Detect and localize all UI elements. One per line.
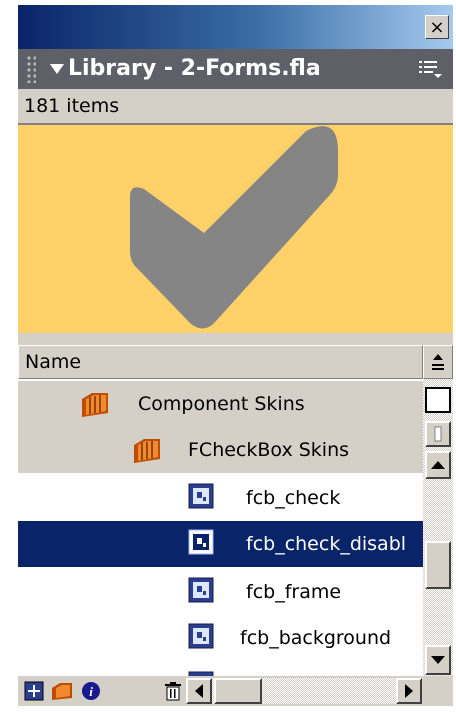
- close-button[interactable]: ×: [425, 15, 449, 39]
- window-titlebar[interactable]: ×: [18, 5, 453, 49]
- wide-view-button[interactable]: [425, 387, 451, 413]
- list-item-label: Component Skins: [138, 393, 305, 415]
- list-item-label: FCheckBox Skins: [188, 439, 350, 461]
- list-item-partial[interactable]: [18, 663, 423, 676]
- new-folder-icon[interactable]: [50, 680, 74, 706]
- movie-clip-icon: [188, 529, 214, 560]
- vertical-scrollbar[interactable]: [423, 379, 453, 676]
- checkmark-preview-graphic: [130, 126, 338, 329]
- list-item-label: fcb_frame: [246, 581, 342, 603]
- arrow-right-icon: [405, 684, 413, 698]
- collapse-triangle-icon[interactable]: [50, 64, 64, 74]
- new-symbol-icon[interactable]: [24, 681, 44, 705]
- options-menu-icon[interactable]: [417, 57, 443, 81]
- vertical-scroll-thumb[interactable]: [425, 541, 451, 589]
- movie-clip-icon: [188, 623, 214, 654]
- scroll-left-button[interactable]: [186, 678, 212, 704]
- item-count: 181 items: [18, 89, 453, 123]
- list-item-label: fcb_check_disabl: [246, 533, 407, 555]
- panel-header[interactable]: Library - 2-Forms.fla: [18, 49, 453, 89]
- list-item[interactable]: fcb_frame: [18, 569, 423, 615]
- svg-text:i: i: [89, 684, 93, 699]
- list-item[interactable]: fcb_background: [18, 615, 423, 661]
- horizontal-scroll-thumb[interactable]: [214, 678, 262, 704]
- movie-clip-icon: [188, 483, 214, 514]
- scroll-right-button[interactable]: [396, 678, 422, 704]
- properties-icon[interactable]: i: [80, 680, 102, 706]
- close-icon: ×: [429, 16, 445, 38]
- folder-icon: [78, 389, 112, 424]
- scroll-down-button[interactable]: [425, 645, 451, 675]
- arrow-down-icon: [431, 656, 445, 664]
- name-column-header[interactable]: Name: [18, 345, 423, 379]
- list-item[interactable]: FCheckBox Skins: [18, 427, 423, 473]
- pane-divider[interactable]: [18, 335, 453, 345]
- list-item-selected[interactable]: fcb_check_disabl: [18, 521, 423, 567]
- list-item[interactable]: fcb_check: [18, 475, 423, 521]
- sort-order-button[interactable]: [423, 345, 453, 379]
- scroll-up-button[interactable]: [425, 451, 451, 479]
- library-item-list[interactable]: Component Skins FCheckBox Skins fcb_chec…: [18, 379, 423, 676]
- delete-icon[interactable]: [162, 680, 184, 706]
- arrow-up-icon: [431, 461, 445, 469]
- symbol-preview: [18, 123, 453, 335]
- arrow-left-icon: [195, 684, 203, 698]
- folder-icon: [130, 435, 164, 470]
- sort-icon: [432, 354, 444, 370]
- resize-corner: [423, 676, 453, 706]
- list-item-label: fcb_background: [240, 627, 392, 649]
- horizontal-scrollbar[interactable]: [186, 678, 422, 704]
- panel-title: Library - 2-Forms.fla: [68, 56, 321, 81]
- movie-clip-icon: [188, 577, 214, 608]
- list-item[interactable]: Component Skins: [18, 381, 423, 427]
- narrow-view-button[interactable]: [425, 421, 451, 447]
- list-item-label: fcb_check: [246, 487, 341, 509]
- drag-grip[interactable]: [26, 55, 36, 83]
